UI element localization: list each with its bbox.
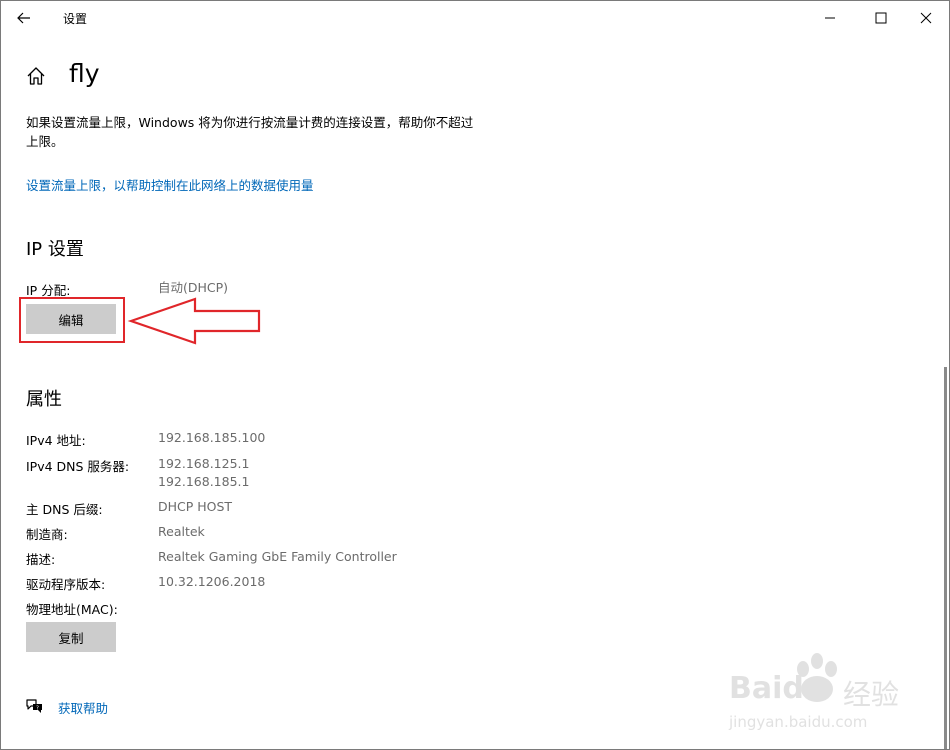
ipv4-label: IPv4 地址: (26, 433, 86, 448)
close-icon (920, 12, 932, 24)
get-help-link[interactable]: 获取帮助 (58, 698, 108, 717)
maximize-button[interactable] (857, 1, 903, 35)
window-title: 设置 (63, 12, 88, 26)
minimize-icon (825, 17, 835, 19)
dns-server-2-value: 192.168.185.1 (158, 474, 250, 489)
ip-settings-heading: IP 设置 (26, 239, 84, 260)
annotation-highlight-box (19, 297, 125, 343)
maximize-icon (875, 12, 887, 24)
dns-suffix-label: 主 DNS 后缀: (26, 502, 103, 517)
baidu-watermark: Baidu 经验 jingyan.baidu.com (725, 651, 925, 741)
page-title: fly (69, 59, 100, 88)
metered-description: 如果设置流量上限，Windows 将为你进行按流量计费的连接设置，帮助你不超过上… (26, 115, 474, 149)
properties-heading: 属性 (26, 389, 62, 410)
home-button[interactable] (25, 65, 47, 87)
watermark-url: jingyan.baidu.com (729, 713, 868, 731)
close-button[interactable] (903, 1, 949, 35)
mac-address-label: 物理地址(MAC): (26, 602, 118, 617)
annotation-arrow-icon (127, 297, 261, 345)
description-label: 描述: (26, 552, 56, 567)
description-value: Realtek Gaming GbE Family Controller (158, 549, 397, 564)
dns-servers-label: IPv4 DNS 服务器: (26, 459, 130, 474)
manufacturer-value: Realtek (158, 524, 205, 539)
driver-version-label: 驱动程序版本: (26, 577, 106, 592)
minimize-button[interactable] (807, 1, 853, 35)
copy-button[interactable]: 复制 (26, 622, 116, 652)
chat-help-icon: ? (26, 699, 42, 713)
ipv4-value: 192.168.185.100 (158, 430, 266, 445)
ip-assignment-value: 自动(DHCP) (158, 280, 229, 295)
title-bar: 设置 (1, 1, 949, 35)
set-data-limit-link[interactable]: 设置流量上限，以帮助控制在此网络上的数据使用量 (26, 175, 314, 194)
settings-window: 设置 fly 如果设置流量上限，Windows 将为你进行按流量计费的连接设置，… (0, 0, 950, 750)
manufacturer-label: 制造商: (26, 527, 68, 542)
home-icon (27, 67, 45, 85)
dns-suffix-value: DHCP HOST (158, 499, 233, 514)
back-button[interactable] (11, 5, 37, 31)
scrollbar[interactable] (944, 367, 947, 749)
svg-text:?: ? (36, 705, 39, 711)
dns-server-1-value: 192.168.125.1 (158, 456, 250, 471)
watermark-cn: 经验 (843, 678, 900, 711)
watermark-brand: Baidu (729, 671, 826, 706)
driver-version-value: 10.32.1206.2018 (158, 574, 266, 589)
back-arrow-icon (17, 12, 30, 24)
